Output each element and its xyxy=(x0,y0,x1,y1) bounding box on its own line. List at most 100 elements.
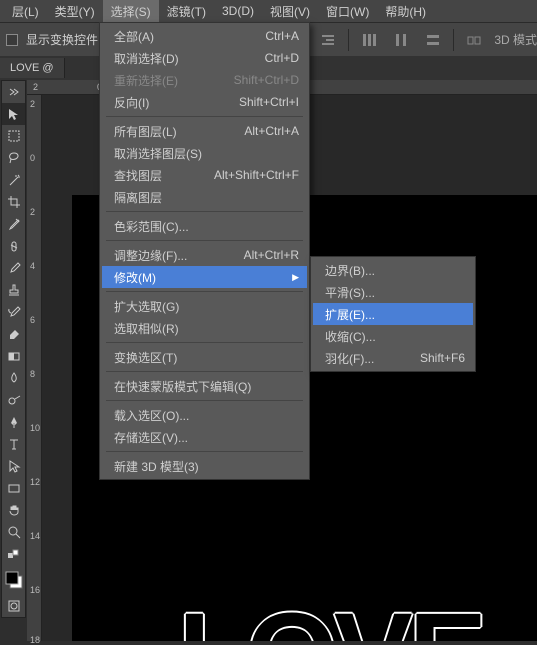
menu-separator xyxy=(106,240,303,241)
menu-separator xyxy=(106,371,303,372)
menu-item-label: 修改(M) xyxy=(114,269,156,286)
distribute-icon-2[interactable] xyxy=(389,30,413,50)
select-menu-item[interactable]: 反向(I) Shift+Ctrl+I xyxy=(102,91,307,113)
distribute-icon[interactable] xyxy=(357,30,381,50)
show-transform-checkbox[interactable] xyxy=(6,34,18,46)
menu-separator xyxy=(106,451,303,452)
menu-separator xyxy=(106,291,303,292)
document-tab[interactable]: LOVE @ xyxy=(0,58,65,78)
color-swap-icon[interactable] xyxy=(2,543,25,565)
hand-tool[interactable] xyxy=(2,499,25,521)
align-group-icon[interactable] xyxy=(462,30,486,50)
crop-tool[interactable] xyxy=(2,191,25,213)
select-menu-item[interactable]: 在快速蒙版模式下编辑(Q) xyxy=(102,375,307,397)
align-icon-3[interactable] xyxy=(316,30,340,50)
blur-tool[interactable] xyxy=(2,367,25,389)
separator xyxy=(348,29,349,51)
select-menu-item[interactable]: 取消选择(D)Ctrl+D xyxy=(102,47,307,69)
type-tool[interactable] xyxy=(2,433,25,455)
healing-tool[interactable] xyxy=(2,235,25,257)
select-menu-item[interactable]: 所有图层(L)Alt+Ctrl+A xyxy=(102,120,307,142)
select-menu-item[interactable]: 新建 3D 模型(3) xyxy=(102,455,307,477)
wand-tool[interactable] xyxy=(2,169,25,191)
menu-view[interactable]: 视图(V) xyxy=(262,0,318,23)
menu-item-shortcut: Shift+Ctrl+I xyxy=(239,95,299,109)
menu-help[interactable]: 帮助(H) xyxy=(377,0,434,23)
menu-item-shortcut: Alt+Shift+Ctrl+F xyxy=(214,168,299,182)
menu-item-label: 取消选择(D) xyxy=(114,50,179,67)
menu-filter[interactable]: 滤镜(T) xyxy=(159,0,214,23)
menu-window[interactable]: 窗口(W) xyxy=(318,0,377,23)
color-swatches[interactable] xyxy=(2,565,25,595)
modify-menu-item[interactable]: 羽化(F)... Shift+F6 xyxy=(313,347,473,369)
menu-item-label: 选取相似(R) xyxy=(114,320,179,337)
select-menu-item[interactable]: 选取相似(R) xyxy=(102,317,307,339)
select-menu-item[interactable]: 修改(M)▶ xyxy=(102,266,307,288)
menu-item-label: 查找图层 xyxy=(114,167,162,184)
menu-item-label: 隔离图层 xyxy=(114,189,162,206)
menu-item-label: 色彩范围(C)... xyxy=(114,218,189,235)
menu-item-label: 重新选择(E) xyxy=(114,72,178,89)
select-menu-item[interactable]: 色彩范围(C)... xyxy=(102,215,307,237)
select-menu-item[interactable]: 全部(A) Ctrl+A xyxy=(102,25,307,47)
select-menu-item[interactable]: 调整边缘(F)...Alt+Ctrl+R xyxy=(102,244,307,266)
stamp-tool[interactable] xyxy=(2,279,25,301)
dodge-tool[interactable] xyxy=(2,389,25,411)
toolbox xyxy=(1,80,26,618)
menu-type[interactable]: 类型(Y) xyxy=(47,0,103,23)
quickmask-tool[interactable] xyxy=(2,595,25,617)
select-menu-item[interactable]: 扩大选取(G) xyxy=(102,295,307,317)
history-brush-tool[interactable] xyxy=(2,301,25,323)
rectangle-tool[interactable] xyxy=(2,477,25,499)
menu-item-label: 新建 3D 模型(3) xyxy=(114,458,199,475)
select-menu-item[interactable]: 查找图层 Alt+Shift+Ctrl+F xyxy=(102,164,307,186)
select-menu-item[interactable]: 隔离图层 xyxy=(102,186,307,208)
menu-item-label: 存储选区(V)... xyxy=(114,429,188,446)
modify-menu-item[interactable]: 边界(B)... xyxy=(313,259,473,281)
menu-item-label: 变换选区(T) xyxy=(114,349,177,366)
pen-tool[interactable] xyxy=(2,411,25,433)
menu-item-shortcut: Shift+F6 xyxy=(420,351,465,365)
menu-bar: 层(L) 类型(Y) 选择(S) 滤镜(T) 3D(D) 视图(V) 窗口(W)… xyxy=(0,0,537,22)
select-menu-item[interactable]: 存储选区(V)... xyxy=(102,426,307,448)
menu-item-label: 扩展(E)... xyxy=(325,306,375,323)
move-tool[interactable] xyxy=(2,103,25,125)
tab-toggle-icon[interactable] xyxy=(2,81,25,103)
select-menu-dropdown: 全部(A) Ctrl+A 取消选择(D)Ctrl+D 重新选择(E) Shift+Ctr… xyxy=(99,22,310,480)
ruler-vertical: 2 0 2 4 6 8 10 12 14 16 18 xyxy=(27,95,42,641)
menu-layer[interactable]: 层(L) xyxy=(4,0,47,23)
modify-menu-item[interactable]: 扩展(E)... xyxy=(313,303,473,325)
select-menu-item[interactable]: 载入选区(O)... xyxy=(102,404,307,426)
gradient-tool[interactable] xyxy=(2,345,25,367)
menu-item-label: 反向(I) xyxy=(114,94,149,111)
modify-menu-item[interactable]: 收缩(C)... xyxy=(313,325,473,347)
menu-item-label: 羽化(F)... xyxy=(325,350,374,367)
menu-item-shortcut: Ctrl+A xyxy=(265,29,299,43)
menu-item-label: 平滑(S)... xyxy=(325,284,375,301)
menu-item-label: 在快速蒙版模式下编辑(Q) xyxy=(114,378,251,395)
marquee-tool[interactable] xyxy=(2,125,25,147)
menu-item-shortcut: Shift+Ctrl+D xyxy=(234,73,299,87)
menu-item-label: 调整边缘(F)... xyxy=(114,247,187,264)
brush-tool[interactable] xyxy=(2,257,25,279)
lasso-tool[interactable] xyxy=(2,147,25,169)
menu-item-label: 取消选择图层(S) xyxy=(114,145,202,162)
canvas-text-love: LOVE xyxy=(178,587,483,641)
show-transform-label: 显示变换控件 xyxy=(26,31,98,48)
eyedropper-tool[interactable] xyxy=(2,213,25,235)
menu-separator xyxy=(106,342,303,343)
path-select-tool[interactable] xyxy=(2,455,25,477)
menu-item-label: 全部(A) xyxy=(114,28,154,45)
menu-3d[interactable]: 3D(D) xyxy=(214,1,262,21)
menu-item-label: 扩大选取(G) xyxy=(114,298,179,315)
distribute-icon-3[interactable] xyxy=(421,30,445,50)
zoom-tool[interactable] xyxy=(2,521,25,543)
menu-select[interactable]: 选择(S) xyxy=(103,0,159,23)
mode-3d-button[interactable]: 3D 模式 xyxy=(494,31,537,48)
eraser-tool[interactable] xyxy=(2,323,25,345)
select-menu-item: 重新选择(E) Shift+Ctrl+D xyxy=(102,69,307,91)
select-menu-item[interactable]: 取消选择图层(S) xyxy=(102,142,307,164)
modify-menu-item[interactable]: 平滑(S)... xyxy=(313,281,473,303)
menu-separator xyxy=(106,211,303,212)
select-menu-item[interactable]: 变换选区(T) xyxy=(102,346,307,368)
